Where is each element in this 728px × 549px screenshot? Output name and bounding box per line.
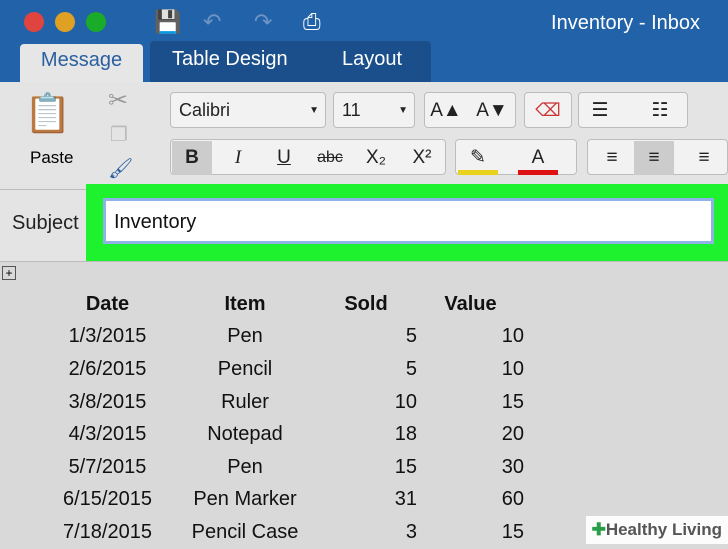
cell-item[interactable]: Pen [175,321,315,354]
cell-sold[interactable]: 5 [315,321,417,354]
subscript-button[interactable]: X₂ [356,141,396,175]
grow-font-button[interactable]: A▲ [426,94,466,128]
undo-icon[interactable]: ↶ [203,9,221,35]
window-title: Inventory - Inbox [551,12,700,34]
table-row: 3/8/2015 Ruler 10 15 [40,386,524,419]
cell-date[interactable]: 1/3/2015 [40,321,175,354]
cell-sold[interactable]: 18 [315,418,417,451]
align-left-button[interactable]: ≡ [592,141,632,175]
cell-value[interactable]: 30 [417,451,524,484]
table-header-row: Date Item Sold Value [40,288,524,321]
title-bar: 💾 ↶ ↷ ⎙ Inventory - Inbox Message Table … [0,0,728,82]
redo-icon[interactable]: ↷ [254,9,272,35]
align-center-button[interactable]: ≡ [634,141,674,175]
cell-item[interactable]: Pencil [175,353,315,386]
zoom-button[interactable] [86,12,106,32]
align-right-button[interactable]: ≡ [684,141,724,175]
underline-button[interactable]: U [264,141,304,175]
paste-label[interactable]: Paste [30,148,73,168]
cell-item[interactable]: Pen [175,451,315,484]
subject-label: Subject [12,212,79,234]
cell-value[interactable]: 20 [417,418,524,451]
tab-layout[interactable]: Layout [342,48,402,71]
cell-sold[interactable]: 5 [315,353,417,386]
italic-button[interactable]: I [218,141,258,175]
table-move-handle[interactable]: + [2,266,16,280]
ribbon: 📋 Paste ✂ ❐ 🖌 Calibri ▼ 11 ▼ A▲ A▼ ⌫ ☰ ☷ B… [0,82,728,190]
header-sold: Sold [344,292,388,315]
cell-date[interactable]: 3/8/2015 [40,386,175,419]
table-row: 5/7/2015 Pen 15 30 [40,451,524,484]
save-icon[interactable]: 💾 [154,9,181,35]
cell-date[interactable]: 2/6/2015 [40,353,175,386]
shrink-font-button[interactable]: A▼ [472,94,512,128]
cut-icon[interactable]: ✂ [108,86,128,115]
table-row: 6/15/2015 Pen Marker 31 60 [40,484,524,517]
chevron-down-icon: ▼ [398,104,408,116]
cell-date[interactable]: 5/7/2015 [40,451,175,484]
close-button[interactable] [24,12,44,32]
clear-formatting-button[interactable]: ⌫ [524,92,572,128]
table-row: 2/6/2015 Pencil 5 10 [40,353,524,386]
subject-input[interactable]: Inventory [103,198,714,244]
bullets-button[interactable]: ☰ [580,94,620,128]
font-select[interactable]: Calibri ▼ [170,92,326,128]
cell-value[interactable]: 15 [417,386,524,419]
cell-value[interactable]: 10 [417,353,524,386]
highlight-icon[interactable]: ✎ [458,141,498,175]
numbering-button[interactable]: ☷ [640,94,680,128]
cell-item[interactable]: Ruler [175,386,315,419]
cell-sold[interactable]: 10 [315,386,417,419]
strikethrough-button[interactable]: abc [310,141,350,175]
cell-item[interactable]: Pen Marker [175,484,315,517]
print-icon[interactable]: ⎙ [303,9,321,35]
cell-date[interactable]: 6/15/2015 [40,484,175,517]
chevron-down-icon: ▼ [309,104,319,116]
table-row: 4/3/2015 Notepad 18 20 [40,418,524,451]
cell-sold[interactable]: 31 [315,484,417,517]
paste-icon[interactable]: 📋 [24,92,71,136]
font-value: Calibri [179,99,231,120]
bold-button[interactable]: B [172,141,212,175]
size-select[interactable]: 11 ▼ [333,92,415,128]
table-row: 1/3/2015 Pen 5 10 [40,321,524,354]
format-painter-icon[interactable]: 🖌 [108,156,133,181]
size-value: 11 [342,99,361,120]
tab-message[interactable]: Message [20,44,143,82]
copy-icon[interactable]: ❐ [110,122,128,147]
cell-item[interactable]: Notepad [175,418,315,451]
header-value: Value [444,292,497,315]
superscript-button[interactable]: X² [402,141,442,175]
cell-date[interactable]: 4/3/2015 [40,418,175,451]
cell-value[interactable]: 10 [417,321,524,354]
header-date: Date [85,292,130,315]
header-item: Item [224,292,266,315]
watermark: ✚Healthy Living [585,516,728,544]
inventory-table: Date Item Sold Value 1/3/2015 Pen 5 10 2/6/2… [40,288,524,549]
cell-sold[interactable]: 15 [315,451,417,484]
tab-table-design[interactable]: Table Design [172,48,288,71]
font-color-button[interactable]: A [518,141,558,175]
cell-value[interactable]: 60 [417,484,524,517]
watermark-text: Healthy Living [605,520,722,539]
minimize-button[interactable] [55,12,75,32]
